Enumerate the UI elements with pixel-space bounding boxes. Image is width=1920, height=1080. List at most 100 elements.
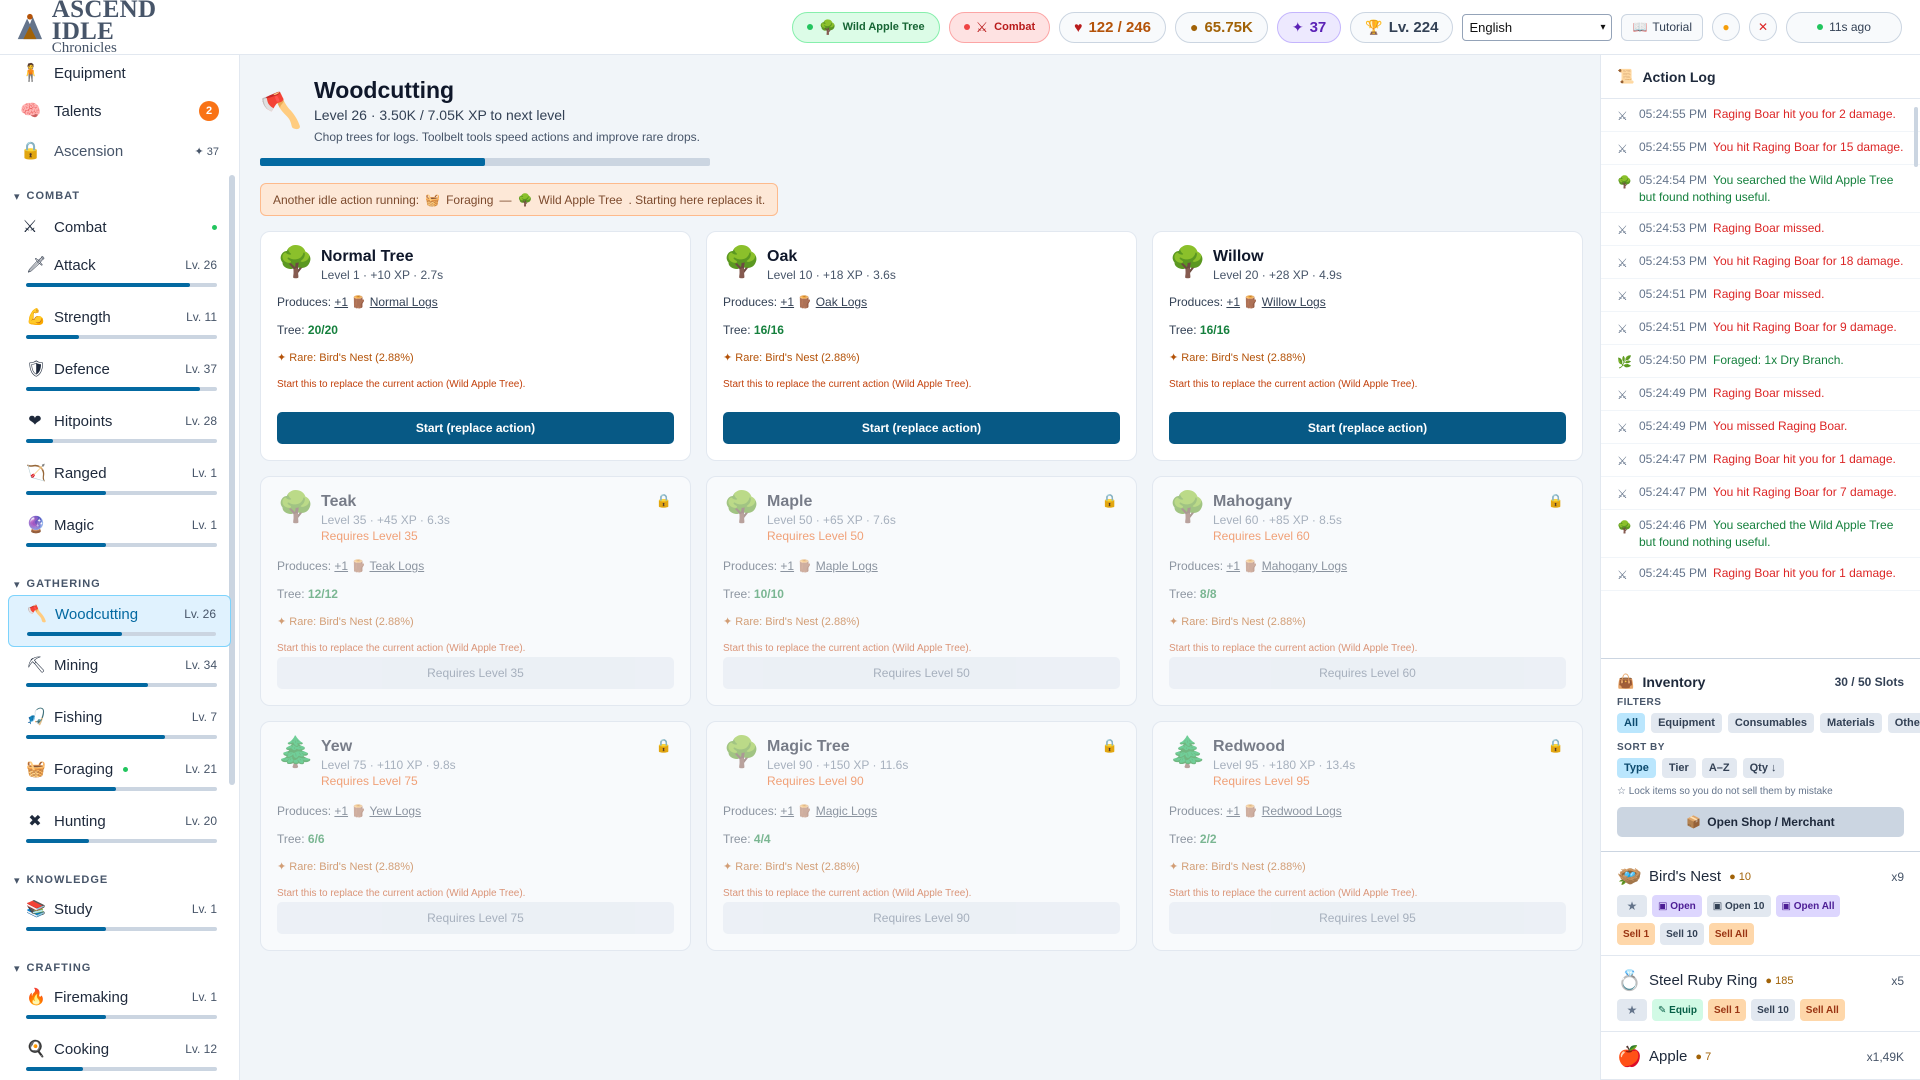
log-entry: ⚔ 05:24:55 PM Raging Boar hit you for 2 da… (1601, 99, 1920, 132)
start-button[interactable]: Start (replace action) (723, 412, 1120, 444)
basket-icon: 🧺 (26, 761, 46, 778)
item-action-button[interactable]: ✎ Equip (1652, 999, 1703, 1021)
sell-button[interactable]: Sell 1 (1617, 923, 1656, 945)
chest-icon: ▣ (1658, 900, 1668, 912)
section-header-crafting[interactable]: ▾ CRAFTING (0, 943, 239, 979)
sidebar-skill-foraging[interactable]: 🧺 Foraging Lv. 21 (8, 751, 231, 803)
crossed-swords-icon: ⚔ (1617, 454, 1628, 468)
language-select[interactable]: English ▾ (1462, 13, 1613, 41)
gold-pill[interactable]: ● 65.75K (1175, 11, 1268, 43)
inventory-item[interactable]: 💍 Steel Ruby Ring ● 185 x5 ★ ✎ Equip Sell 1 Sel… (1601, 956, 1920, 1032)
shield-icon: 🛡 (26, 361, 47, 378)
log-time: 05:24:55 PM (1639, 107, 1708, 121)
sidebar-skill-strength[interactable]: 💪 Strength Lv. 11 (8, 299, 231, 351)
tree-icon: 🌳 (517, 192, 533, 207)
section-header-knowledge[interactable]: ▾ KNOWLEDGE (0, 855, 239, 891)
sell-button[interactable]: Sell 10 (1751, 999, 1795, 1021)
action-log-scrollbar[interactable] (1914, 107, 1918, 167)
current-activity-pill[interactable]: 🌳 Wild Apple Tree (792, 11, 940, 43)
tree-meta: Level 95 · +180 XP · 13.4s (1213, 758, 1356, 772)
notifications-toggle-button[interactable]: ✕ (1749, 13, 1777, 41)
sidebar-skill-mining[interactable]: ⛏ Mining Lv. 34 (8, 647, 231, 699)
sort-chip[interactable]: Type (1617, 758, 1656, 778)
sidebar-skill-magic[interactable]: 🔮 Magic Lv. 1 (8, 507, 231, 559)
sell-button[interactable]: Sell 1 (1707, 999, 1747, 1021)
sidebar-item-combat[interactable]: ⚔ Combat (8, 207, 231, 247)
sidebar-skill-cooking[interactable]: 🍳 Cooking Lv. 12 (8, 1031, 231, 1080)
heart-icon: ♥ (1074, 19, 1083, 35)
sidebar-skill-fishing[interactable]: 🎣 Fishing Lv. 7 (8, 699, 231, 751)
filter-chip[interactable]: Materials (1820, 713, 1882, 733)
sidebar-skill-woodcutting[interactable]: 🪓 Woodcutting Lv. 26 (8, 595, 231, 647)
item-action-button[interactable]: ▣ Open All (1775, 895, 1841, 917)
sort-chip[interactable]: Tier (1661, 758, 1696, 778)
sidebar-item-ascension[interactable]: 🔒 Ascension ✦ 37 (8, 131, 231, 171)
sidebar-item-equipment[interactable]: 🧍 Equipment (8, 55, 231, 91)
filter-chip[interactable]: All (1617, 713, 1646, 733)
sidebar-skill-hitpoints[interactable]: ❤ Hitpoints Lv. 28 (8, 403, 231, 455)
log-item-link[interactable]: Maple Logs (816, 559, 878, 573)
axe-icon: 🪓 (260, 92, 303, 130)
start-button[interactable]: Start (replace action) (1169, 412, 1566, 444)
lock-item-button[interactable]: ★ (1617, 895, 1647, 917)
log-item-link[interactable]: Willow Logs (1262, 295, 1326, 309)
skill-level: Lv. 1 (191, 518, 217, 532)
log-item-link[interactable]: Redwood Logs (1262, 804, 1342, 818)
sparkle-icon: ✦ (1169, 352, 1179, 364)
sidebar-skill-hunting[interactable]: ✖ Hunting Lv. 20 (8, 803, 231, 855)
tree-icon: 🌲 (1169, 736, 1207, 769)
sidebar-skill-attack[interactable]: 🗡 Attack Lv. 26 (8, 247, 231, 299)
sidebar-item-talents[interactable]: 🧠 Talents 2 (8, 91, 231, 131)
log-amount: +1 (780, 559, 795, 573)
sort-chip[interactable]: Qty ↓ (1742, 758, 1784, 778)
lock-item-button[interactable]: ★ (1617, 999, 1647, 1021)
logo-subtitle: Chronicles (51, 39, 117, 56)
combat-status-pill[interactable]: ⚔ Combat (948, 11, 1051, 43)
section-header-combat[interactable]: ▾ COMBAT (0, 171, 239, 207)
status-dot (807, 24, 814, 30)
action-log[interactable]: ⚔ 05:24:55 PM Raging Boar hit you for 2 da… (1601, 99, 1920, 659)
filter-chip[interactable]: Consumables (1727, 713, 1815, 733)
item-price: ● 185 (1765, 974, 1794, 987)
ascension-points-pill[interactable]: ✦ 37 (1276, 11, 1342, 43)
sell-button[interactable]: Sell All (1799, 999, 1845, 1021)
log-entry: 🌳 05:24:54 PM You searched the Wild Apple … (1601, 165, 1920, 213)
sidebar-skill-firemaking[interactable]: 🔥 Firemaking Lv. 1 (8, 979, 231, 1031)
item-action-button[interactable]: ▣ Open 10 (1706, 895, 1771, 917)
open-shop-button[interactable]: 📦 Open Shop / Merchant (1617, 807, 1904, 837)
filter-chip[interactable]: Other (1887, 713, 1920, 733)
item-action-button[interactable]: ▣ Open (1652, 895, 1702, 917)
filter-chip[interactable]: Equipment (1651, 713, 1722, 733)
log-item-link[interactable]: Normal Logs (370, 295, 438, 309)
inventory-item[interactable]: 🍎 Apple ● 7 x1,49K (1601, 1032, 1920, 1080)
log-item-link[interactable]: Teak Logs (369, 559, 424, 573)
log-text: Raging Boar missed. (1713, 386, 1825, 400)
skill-progress-bar (26, 735, 217, 739)
log-item-link[interactable]: Oak Logs (816, 295, 867, 309)
logo[interactable]: ASCEND IDLE Chronicles (14, 0, 214, 55)
theme-toggle-button[interactable]: ● (1712, 13, 1740, 41)
sidebar-skill-ranged[interactable]: 🏹 Ranged Lv. 1 (8, 455, 231, 507)
skill-level: Lv. 37 (185, 362, 217, 376)
hitpoints-pill[interactable]: ♥ 122 / 246 (1059, 11, 1166, 43)
sell-button[interactable]: Sell 10 (1660, 923, 1704, 945)
tree-requirement: Requires Level 95 (1213, 774, 1310, 788)
log-item-link[interactable]: Magic Logs (816, 804, 877, 818)
log-item-link[interactable]: Yew Logs (369, 804, 421, 818)
log-item-link[interactable]: Mahogany Logs (1262, 559, 1347, 573)
log-time: 05:24:49 PM (1639, 419, 1708, 433)
sort-chip[interactable]: A–Z (1701, 758, 1737, 778)
start-button[interactable]: Start (replace action) (277, 412, 674, 444)
inventory-item[interactable]: 🪺 Bird's Nest ● 10 x9 ★ ▣ Open ▣ Open 10 ▣ Open… (1601, 852, 1920, 956)
sidebar-skill-defence[interactable]: 🛡 Defence Lv. 37 (8, 351, 231, 403)
sidebar-skill-study[interactable]: 📚 Study Lv. 1 (8, 891, 231, 943)
sell-button[interactable]: Sell All (1708, 923, 1754, 945)
skill-name: Mining (54, 656, 99, 674)
skill-name: Woodcutting (55, 605, 139, 623)
crossed-swords-icon: ⚔ (975, 18, 989, 35)
total-level-pill[interactable]: 🏆 Lv. 224 (1350, 11, 1454, 43)
skill-level: Lv. 12 (185, 1042, 217, 1056)
section-header-gathering[interactable]: ▾ GATHERING (0, 559, 239, 595)
skill-progress-bar (26, 335, 217, 339)
tutorial-button[interactable]: 📖 Tutorial (1621, 13, 1703, 41)
